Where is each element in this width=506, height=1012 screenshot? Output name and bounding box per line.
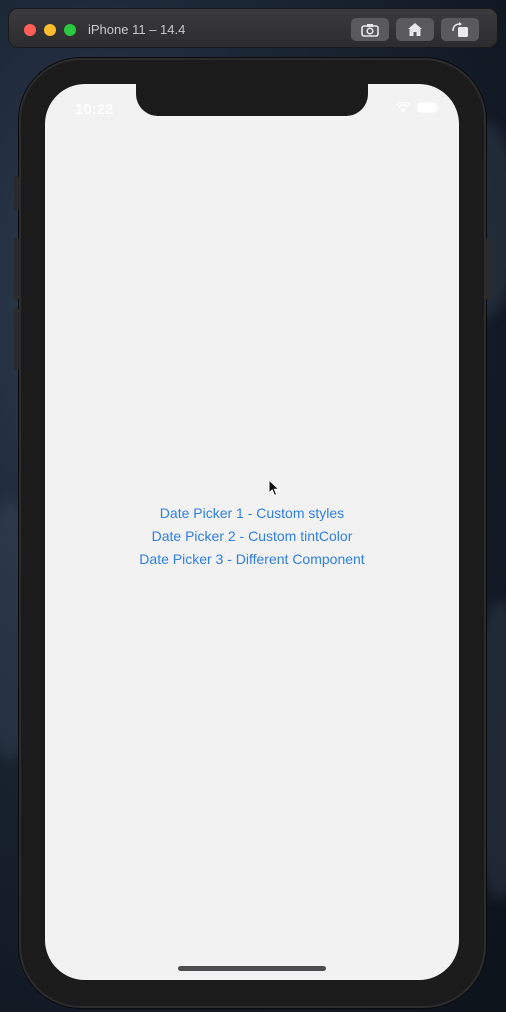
power-button (486, 238, 491, 300)
date-picker-links: Date Picker 1 - Custom styles Date Picke… (45, 502, 459, 571)
home-button[interactable] (396, 18, 434, 41)
rotate-button[interactable] (441, 18, 479, 41)
window-title: iPhone 11 – 14.4 (88, 22, 186, 37)
screenshot-icon (361, 23, 379, 37)
home-icon (408, 23, 422, 36)
screenshot-button[interactable] (351, 18, 389, 41)
zoom-window-button[interactable] (64, 24, 76, 36)
rotate-icon (452, 21, 468, 37)
date-picker-2-link[interactable]: Date Picker 2 - Custom tintColor (152, 525, 353, 548)
battery-icon (417, 102, 439, 113)
mouse-cursor-icon (268, 479, 280, 497)
date-picker-1-link[interactable]: Date Picker 1 - Custom styles (160, 502, 344, 525)
device-notch (136, 84, 368, 116)
date-picker-3-link[interactable]: Date Picker 3 - Different Component (139, 548, 364, 571)
volume-up-button (14, 238, 19, 300)
home-indicator[interactable] (178, 966, 326, 971)
mute-switch (14, 176, 19, 210)
simulator-title-bar: iPhone 11 – 14.4 (8, 8, 498, 48)
volume-down-button (14, 308, 19, 370)
wifi-icon (396, 102, 411, 112)
phone-screen: 10:22 Date Picker 1 - Custom styles Date… (45, 84, 459, 980)
close-window-button[interactable] (24, 24, 36, 36)
status-icons (396, 102, 439, 113)
status-time: 10:22 (75, 101, 114, 118)
minimize-window-button[interactable] (44, 24, 56, 36)
